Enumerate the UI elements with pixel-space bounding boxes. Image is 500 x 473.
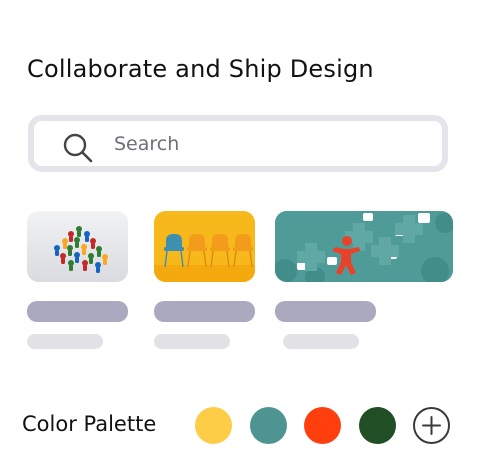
search-input[interactable] xyxy=(114,129,434,159)
search-bar[interactable] xyxy=(28,115,448,172)
color-swatch-orange[interactable] xyxy=(304,407,341,444)
chairs-image xyxy=(154,211,255,282)
card-subtitle-placeholder xyxy=(283,334,359,349)
game-pieces-image xyxy=(27,211,128,282)
image-card-chairs[interactable] xyxy=(154,211,255,282)
image-card-puzzle-gears[interactable] xyxy=(275,211,453,282)
color-swatch-yellow[interactable] xyxy=(195,407,232,444)
palette-label: Color Palette xyxy=(22,412,157,436)
card-title-placeholder xyxy=(154,301,255,322)
plus-icon xyxy=(422,416,441,435)
search-icon xyxy=(62,132,94,164)
color-swatch-teal[interactable] xyxy=(250,407,287,444)
puzzle-gears-image xyxy=(275,211,453,282)
color-swatch-dark-green[interactable] xyxy=(359,407,396,444)
card-subtitle-placeholder xyxy=(154,334,230,349)
page: Collaborate and Ship Design Search Color… xyxy=(0,0,500,473)
page-title: Collaborate and Ship Design xyxy=(27,55,374,83)
image-card-game-pieces[interactable] xyxy=(27,211,128,282)
add-color-button[interactable] xyxy=(413,407,450,444)
card-title-placeholder xyxy=(27,301,128,322)
card-subtitle-placeholder xyxy=(27,334,103,349)
card-title-placeholder xyxy=(275,301,376,322)
